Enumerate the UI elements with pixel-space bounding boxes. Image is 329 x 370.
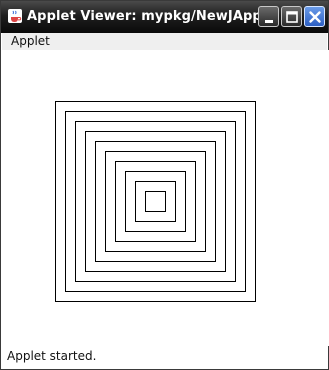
square-8 bbox=[125, 171, 186, 232]
square-7 bbox=[115, 161, 196, 242]
nested-squares-drawing bbox=[55, 101, 256, 302]
title-bar[interactable]: Applet Viewer: mypkg/NewJApple... bbox=[1, 1, 328, 33]
square-10 bbox=[145, 191, 166, 212]
square-2 bbox=[65, 111, 246, 292]
square-9 bbox=[135, 181, 176, 222]
close-button[interactable] bbox=[304, 6, 325, 27]
minimize-button[interactable] bbox=[258, 6, 279, 27]
menu-applet[interactable]: Applet bbox=[11, 34, 50, 48]
maximize-icon bbox=[286, 11, 298, 23]
applet-canvas bbox=[2, 50, 329, 346]
applet-viewer-window: Applet Viewer: mypkg/NewJApple... Applet bbox=[0, 0, 329, 370]
square-4 bbox=[85, 131, 226, 272]
java-coffee-icon bbox=[8, 9, 22, 23]
square-3 bbox=[75, 121, 236, 282]
window-title: Applet Viewer: mypkg/NewJApple... bbox=[27, 9, 291, 24]
square-5 bbox=[95, 141, 216, 262]
square-6 bbox=[105, 151, 206, 252]
status-text: Applet started. bbox=[7, 349, 97, 363]
maximize-button[interactable] bbox=[281, 6, 302, 27]
close-icon bbox=[309, 11, 321, 23]
minimize-icon bbox=[265, 20, 273, 23]
menu-bar: Applet bbox=[2, 33, 327, 50]
